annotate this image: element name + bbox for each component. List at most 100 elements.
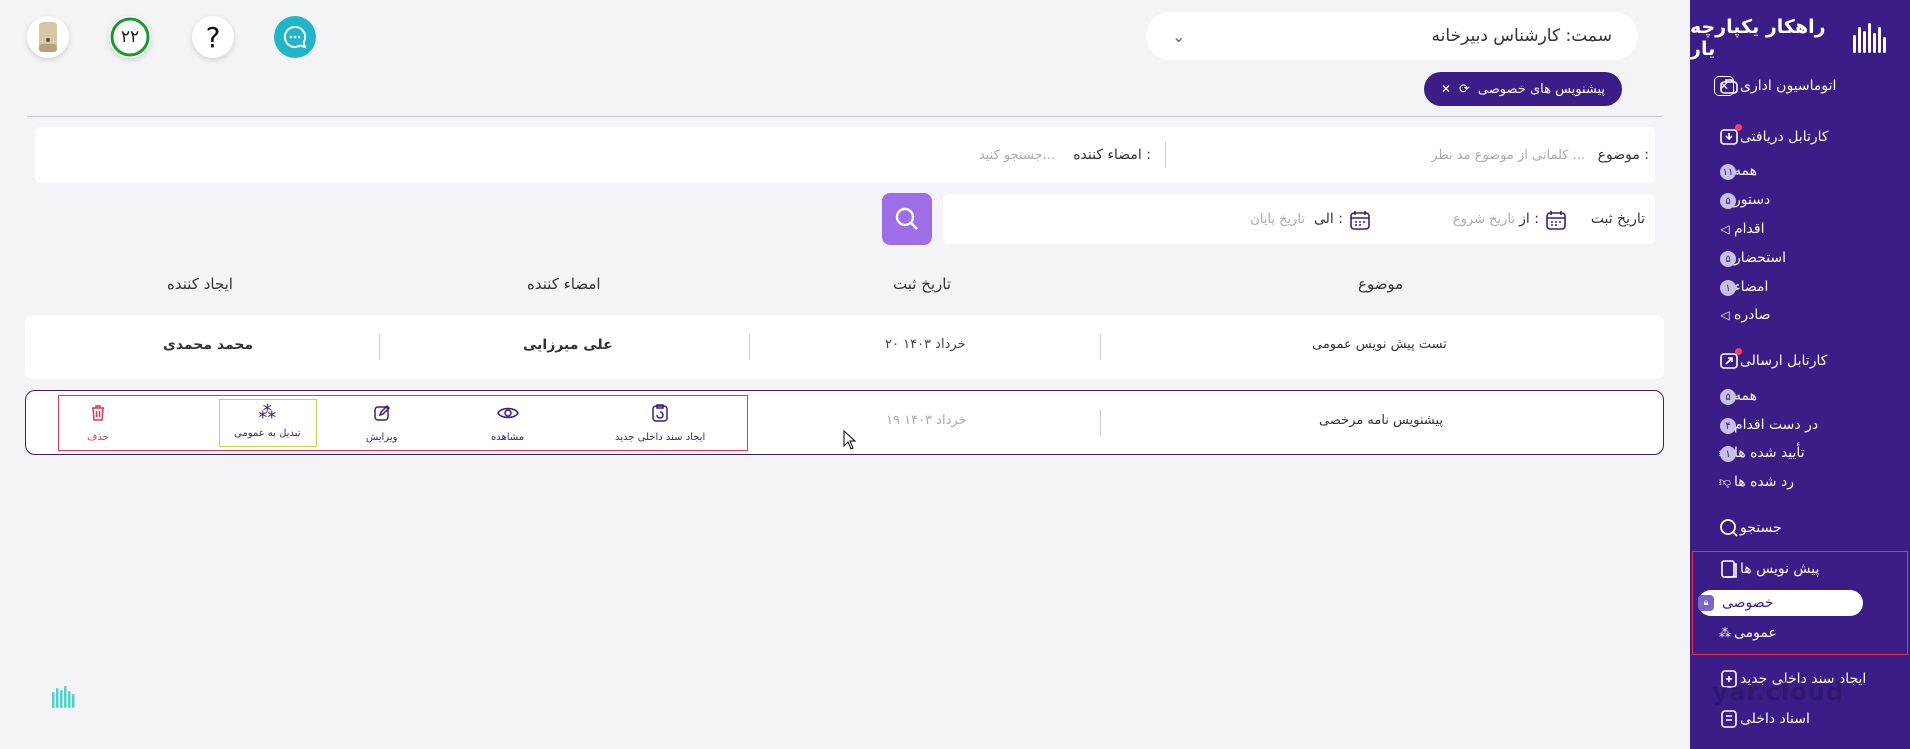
sidebar-item-label: کارتابل ارسالی xyxy=(1740,353,1828,369)
divider xyxy=(27,116,1662,117)
signer-input[interactable]: جستجو کنید... xyxy=(979,148,1055,163)
cell-creator: محمد محمدی xyxy=(163,337,254,353)
from-date-input[interactable]: تاریخ شروع xyxy=(1453,212,1515,227)
close-icon[interactable]: ✕ xyxy=(1441,82,1451,96)
sidebar-item-outbox[interactable]: کارتابل ارسالی xyxy=(1706,348,1894,374)
sidebar-sub-label: دستور xyxy=(1734,192,1771,208)
sidebar-item-label: جستجو xyxy=(1740,520,1782,536)
divider xyxy=(749,334,750,360)
column-header-date[interactable]: تاریخ ثبت xyxy=(893,275,951,293)
sidebar-item-inbox-issued[interactable]: ◁ صادره xyxy=(1706,303,1860,327)
filter-bar-date: تاریخ ثبت از : تاریخ شروع الی : تاریخ پا… xyxy=(943,194,1655,244)
progress-ring[interactable]: ۲۲ xyxy=(109,16,151,58)
chat-icon xyxy=(283,25,307,49)
brand-title: راهکار یکپارچه یار xyxy=(1690,16,1826,60)
sidebar-item-search[interactable]: جستجو xyxy=(1706,515,1894,541)
sidebar-item-office-automation[interactable]: اتوماسیون اداری xyxy=(1706,73,1894,99)
active-tab-chip[interactable]: ✕ ⟳ پیشنویس های خصوصی xyxy=(1424,72,1622,106)
document-refresh-icon xyxy=(652,404,668,426)
sidebar-sub-label: رد شده ها xyxy=(1734,474,1794,490)
subject-input[interactable]: کلماتی از موضوع مد نظر ... xyxy=(1431,148,1585,163)
sidebar-item-label: کارتابل دریافتی xyxy=(1740,129,1829,145)
user-avatar[interactable] xyxy=(27,16,69,58)
role-text: سمت: کارشناس دبیرخانه xyxy=(1432,26,1612,46)
sidebar-sub-label: در دست اقدام xyxy=(1734,417,1819,433)
sidebar: راهکار یکپارچه یار اتوماسیون اداری ✕ کار… xyxy=(1690,0,1910,749)
divider xyxy=(379,334,380,360)
divider xyxy=(1100,410,1101,436)
cell-date: ۱۹ خرداد ۱۴۰۳ xyxy=(886,413,967,428)
cell-signer: علی میرزایی xyxy=(523,337,613,353)
progress-number: ۲۲ xyxy=(120,27,140,47)
sidebar-item-drafts-private[interactable]: 🔒︎ خصوصی xyxy=(1698,590,1863,616)
sidebar-sub-label: صادره xyxy=(1734,307,1771,323)
sidebar-sub-label: خصوصی xyxy=(1722,595,1774,611)
delete-label: حذف xyxy=(87,432,109,443)
brand-logo-icon xyxy=(1853,23,1886,53)
view-button[interactable]: مشاهده xyxy=(491,404,524,443)
edit-icon xyxy=(373,404,391,426)
row-actions-highlight-box: حذف ⁂ تبدیل به عمومی ویرایش مشاهده ایجاد… xyxy=(58,395,748,451)
search-icon xyxy=(1718,517,1740,539)
sidebar-sub-label: امضاء xyxy=(1734,279,1769,295)
refresh-icon[interactable]: ⟳ xyxy=(1459,82,1470,97)
sidebar-item-drafts-public[interactable]: ⁂ عمومی xyxy=(1706,621,1860,645)
convert-to-public-button[interactable]: ⁂ تبدیل به عمومی xyxy=(234,404,301,440)
cell-date: ۲۰ خرداد ۱۴۰۳ xyxy=(885,337,966,352)
collapse-close-icon[interactable]: ✕ xyxy=(1714,76,1734,96)
calendar-icon[interactable] xyxy=(1545,209,1567,235)
divider xyxy=(1100,334,1101,360)
documents-icon xyxy=(1718,708,1740,730)
count-badge: ۵ xyxy=(1720,193,1736,209)
from-label: از : xyxy=(1519,211,1539,227)
signer-label: امضاء کننده : xyxy=(1073,147,1151,163)
triangle-left-icon: ◁ xyxy=(1720,222,1730,236)
table-row[interactable]: تست پیش نویس عمومی ۲۰ خرداد ۱۴۰۳ علی میر… xyxy=(25,315,1664,379)
count-badge: ۱ xyxy=(1720,446,1736,462)
search-button[interactable] xyxy=(882,193,932,245)
count-badge: ۱۱ xyxy=(1720,164,1736,180)
notification-dot xyxy=(1735,348,1742,355)
brand: راهکار یکپارچه یار xyxy=(1690,16,1886,60)
sidebar-item-inbox-action[interactable]: ◁ اقدام xyxy=(1706,217,1860,241)
help-icon: ? xyxy=(205,20,221,54)
inbox-icon xyxy=(1718,124,1742,148)
subject-label: موضوع : xyxy=(1597,147,1649,163)
trash-icon xyxy=(90,404,106,426)
help-button[interactable]: ? xyxy=(192,16,234,58)
delete-button[interactable]: حذف xyxy=(87,404,109,443)
sidebar-sub-label: همه xyxy=(1734,388,1757,404)
view-label: مشاهده xyxy=(491,432,525,443)
triangle-left-icon: ◁ xyxy=(1720,308,1730,322)
column-header-signer[interactable]: امضاء کننده xyxy=(527,275,601,293)
role-selector[interactable]: ⌄ سمت: کارشناس دبیرخانه xyxy=(1146,12,1638,60)
sidebar-item-label: پیش نویس ها xyxy=(1740,561,1820,577)
sidebar-item-label: اتوماسیون اداری xyxy=(1740,78,1837,94)
sidebar-item-inbox[interactable]: کارتابل دریافتی xyxy=(1706,124,1894,150)
sidebar-item-internal-docs[interactable]: اسناد داخلی xyxy=(1706,706,1894,732)
lock-icon: 🔒︎ xyxy=(1698,595,1714,611)
convert-label: تبدیل به عمومی xyxy=(234,428,301,439)
count-badge: ۵ xyxy=(1720,389,1736,405)
to-label: الی : xyxy=(1314,211,1343,227)
group-icon: ⁂ xyxy=(1719,626,1731,640)
sidebar-item-outbox-rejected[interactable]: 👎︎ رد شده ها xyxy=(1706,470,1860,494)
chat-button[interactable] xyxy=(274,16,316,58)
column-header-subject[interactable]: موضوع xyxy=(1358,275,1403,293)
drafts-icon xyxy=(1718,558,1740,580)
sidebar-sub-label: استحضار xyxy=(1734,250,1787,266)
edit-button[interactable]: ویرایش xyxy=(366,404,397,443)
role-value: کارشناس دبیرخانه xyxy=(1431,26,1561,46)
sidebar-item-drafts[interactable]: پیش نویس ها xyxy=(1706,556,1894,582)
to-date-input[interactable]: تاریخ پایان xyxy=(1250,212,1305,227)
app-logo-icon xyxy=(52,686,75,708)
watermark: yar.cloud xyxy=(1712,678,1844,706)
count-badge: ۴ xyxy=(1720,418,1736,434)
filter-bar-subject: موضوع : کلماتی از موضوع مد نظر ... امضاء… xyxy=(35,127,1655,183)
calendar-icon[interactable] xyxy=(1349,209,1371,235)
search-icon xyxy=(895,207,918,230)
column-header-creator[interactable]: ایجاد کننده xyxy=(167,275,233,293)
date-label: تاریخ ثبت xyxy=(1590,211,1645,227)
new-internal-doc-button[interactable]: ایجاد سند داخلی جدید xyxy=(615,404,705,443)
count-badge: ۵ xyxy=(1720,251,1736,267)
